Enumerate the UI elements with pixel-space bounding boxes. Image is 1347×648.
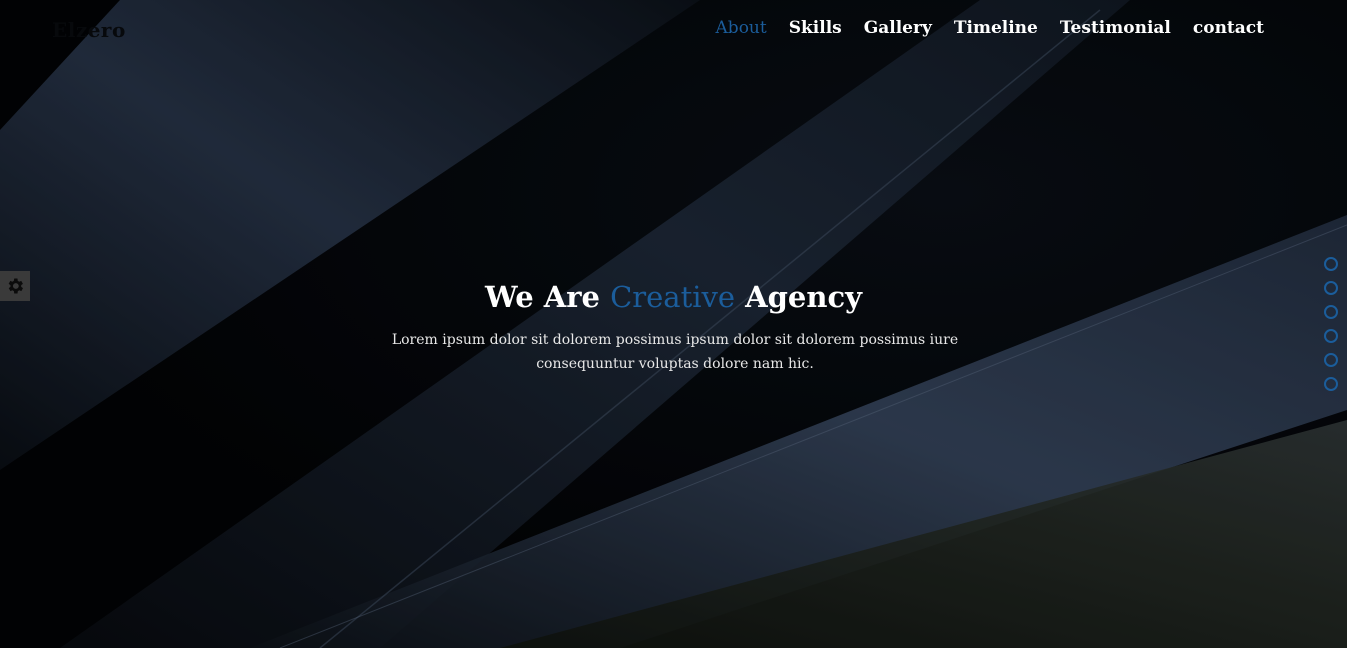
hero-title: We Are Creative Agency [0, 276, 1347, 318]
bullet-gallery[interactable] [1324, 305, 1338, 319]
nav-link-about[interactable]: About [716, 16, 767, 40]
bullet-about[interactable] [1324, 257, 1338, 271]
site-logo[interactable]: Elzero [52, 18, 126, 42]
nav-link-timeline[interactable]: Timeline [954, 16, 1038, 40]
hero-title-start: We Are [485, 280, 611, 314]
nav-link-contact[interactable]: contact [1193, 16, 1264, 40]
background-overlay [0, 0, 1347, 648]
landing-hero: Elzero About Skills Gallery Timeline Tes… [0, 0, 1347, 648]
nav-link-gallery[interactable]: Gallery [864, 16, 932, 40]
nav-link-testimonial[interactable]: Testimonial [1060, 16, 1171, 40]
bullet-skills[interactable] [1324, 281, 1338, 295]
hero-title-end: Agency [735, 280, 862, 314]
bullet-testimonial[interactable] [1324, 353, 1338, 367]
main-navigation: About Skills Gallery Timeline Testimonia… [716, 16, 1264, 40]
bullet-contact[interactable] [1324, 377, 1338, 391]
section-bullets [1324, 257, 1338, 391]
nav-link-skills[interactable]: Skills [789, 16, 842, 40]
hero-description: Lorem ipsum dolor sit dolorem possimus i… [391, 332, 959, 372]
hero-title-accent: Creative [610, 280, 736, 314]
bullet-timeline[interactable] [1324, 329, 1338, 343]
